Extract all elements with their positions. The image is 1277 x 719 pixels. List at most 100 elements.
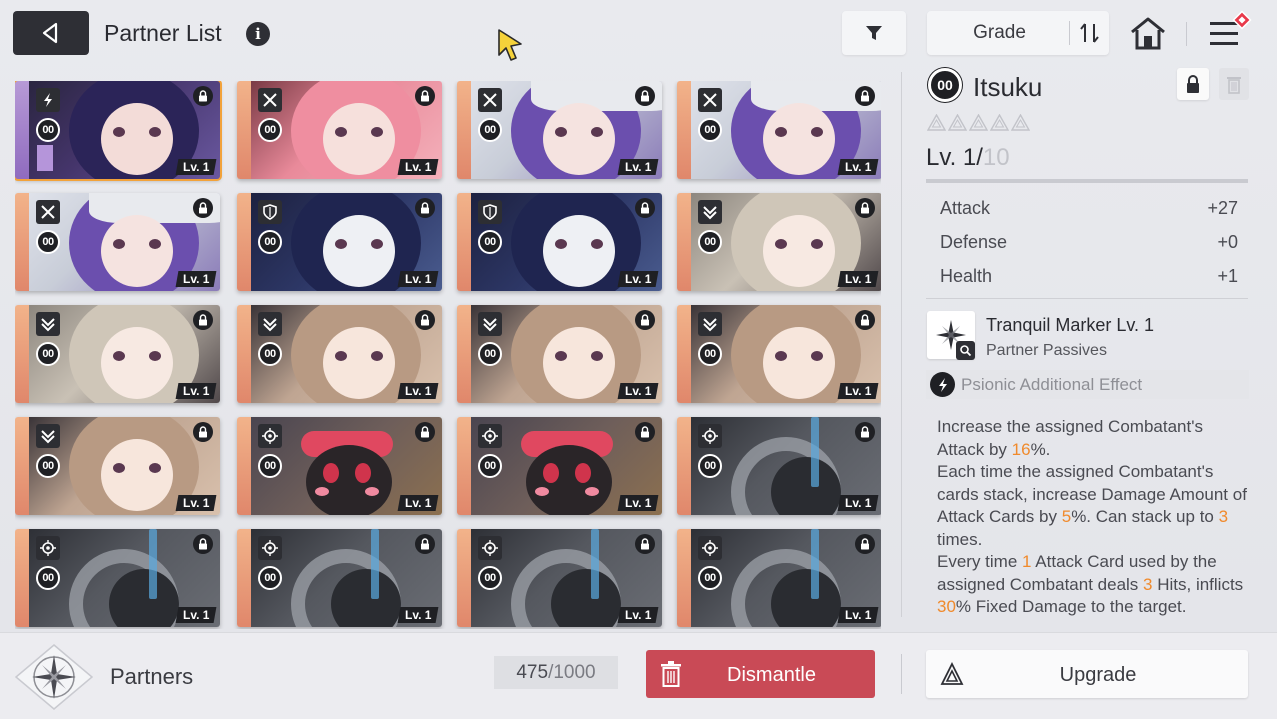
partner-card[interactable]: 00 Lv. 1: [677, 305, 881, 403]
home-icon[interactable]: [1128, 14, 1168, 54]
description-paragraph-3: Every time 1 Attack Card used by the ass…: [937, 551, 1247, 619]
partner-card[interactable]: 00 Lv. 1: [677, 417, 881, 515]
rarity-stripe: [457, 305, 471, 403]
target-icon: [258, 424, 282, 448]
lock-icon[interactable]: [855, 86, 875, 106]
desc-text: %.: [1030, 439, 1051, 459]
lock-icon[interactable]: [193, 198, 213, 218]
partner-card[interactable]: 00 Lv. 1: [15, 81, 222, 181]
lock-icon[interactable]: [193, 86, 213, 106]
upgrade-button[interactable]: Upgrade: [926, 650, 1248, 698]
level-text: Lv. 1: [404, 272, 431, 286]
dismantle-label: Dismantle: [727, 664, 816, 686]
partner-card[interactable]: 00 Lv. 1: [457, 81, 662, 179]
trash-button[interactable]: [1219, 68, 1249, 100]
level-tag: Lv. 1: [397, 159, 439, 175]
partner-card[interactable]: 00 Lv. 1: [15, 305, 220, 403]
filter-button[interactable]: [842, 11, 906, 55]
level-text: Lv. 1: [404, 608, 431, 622]
partner-card[interactable]: 00 Lv. 1: [457, 417, 662, 515]
level-text: Lv. 1: [844, 496, 871, 510]
lock-icon[interactable]: [193, 422, 213, 442]
lightning-icon: [36, 88, 60, 112]
level-tag: Lv. 1: [837, 383, 879, 399]
grade-star-icon: [948, 114, 967, 131]
lock-icon[interactable]: [855, 198, 875, 218]
lock-icon[interactable]: [855, 534, 875, 554]
rarity-stripe: [677, 529, 691, 627]
filter-icon: [866, 26, 882, 40]
desc-text: %. Can stack up to: [1071, 507, 1219, 526]
desc-highlight: 30: [937, 597, 956, 616]
rarity-stripe: [15, 81, 29, 179]
partner-card[interactable]: 00 Lv. 1: [15, 193, 220, 291]
rarity-stripe: [15, 193, 29, 291]
info-icon[interactable]: i: [246, 22, 270, 46]
grade-stars: [927, 114, 1030, 131]
level-text: Lv. 1: [404, 496, 431, 510]
lock-icon[interactable]: [415, 86, 435, 106]
level-tag: Lv. 1: [397, 495, 439, 511]
lock-icon[interactable]: [415, 310, 435, 330]
lock-icon[interactable]: [635, 86, 655, 106]
lock-icon[interactable]: [635, 422, 655, 442]
effect-label: Psionic Additional Effect: [961, 375, 1143, 394]
count-badge: 00: [36, 454, 60, 478]
skill-search-icon[interactable]: [956, 341, 975, 360]
psionic-effect-row: Psionic Additional Effect: [926, 370, 1249, 399]
sort-icon[interactable]: [1077, 20, 1103, 46]
skill-description: Increase the assigned Combatant's Attack…: [937, 416, 1247, 629]
partner-name: Itsuku: [973, 72, 1043, 102]
partner-card[interactable]: 00 Lv. 1: [677, 81, 881, 179]
crossed-swords-icon: [478, 88, 502, 112]
partner-card[interactable]: 00 Lv. 1: [677, 193, 881, 291]
level-tag: Lv. 1: [617, 383, 659, 399]
partner-card[interactable]: 00 Lv. 1: [237, 417, 442, 515]
level-text: Lv. 1: [844, 608, 871, 622]
level-tag: Lv. 1: [837, 495, 879, 511]
lock-icon[interactable]: [415, 422, 435, 442]
level-progress-bar: [926, 179, 1248, 183]
lock-icon[interactable]: [635, 198, 655, 218]
level-tag: Lv. 1: [837, 271, 879, 287]
lock-icon[interactable]: [193, 310, 213, 330]
level-tag: Lv. 1: [837, 607, 879, 623]
count-badge: 00: [698, 342, 722, 366]
detail-count-badge: 00: [928, 68, 962, 102]
dismantle-button[interactable]: Dismantle: [646, 650, 875, 698]
chevron-swords-icon: [698, 312, 722, 336]
partner-card[interactable]: 00 Lv. 1: [457, 305, 662, 403]
lock-icon[interactable]: [193, 534, 213, 554]
stat-label: Health: [940, 265, 993, 286]
partner-card[interactable]: 00 Lv. 1: [15, 529, 220, 627]
partner-card[interactable]: 00 Lv. 1: [15, 417, 220, 515]
partner-card[interactable]: 00 Lv. 1: [457, 193, 662, 291]
crossed-swords-icon: [258, 88, 282, 112]
grade-star-icon: [927, 114, 946, 131]
partner-card[interactable]: 00 Lv. 1: [457, 529, 662, 627]
partner-card[interactable]: 00 Lv. 1: [237, 529, 442, 627]
count-badge: 00: [698, 454, 722, 478]
partner-card[interactable]: 00 Lv. 1: [237, 305, 442, 403]
desc-highlight: 3: [1218, 507, 1229, 526]
back-button[interactable]: [13, 11, 89, 55]
level-text: Lv. 1: [404, 384, 431, 398]
stats-list: Attack +27 Defense +0 Health +1: [927, 191, 1249, 293]
lock-button[interactable]: [1177, 68, 1209, 100]
rarity-stripe: [237, 529, 251, 627]
partner-card[interactable]: 00 Lv. 1: [237, 193, 442, 291]
lock-icon[interactable]: [415, 198, 435, 218]
partner-card[interactable]: 00 Lv. 1: [237, 81, 442, 179]
lock-icon[interactable]: [415, 534, 435, 554]
stat-value: +27: [1207, 197, 1238, 218]
lock-icon[interactable]: [855, 422, 875, 442]
lock-icon[interactable]: [855, 310, 875, 330]
partner-card[interactable]: 00 Lv. 1: [677, 529, 881, 627]
lock-icon[interactable]: [635, 534, 655, 554]
desc-highlight: 5: [1061, 507, 1072, 526]
lock-icon[interactable]: [635, 310, 655, 330]
shield-icon: [258, 200, 282, 224]
level-text: Lv. 1: [844, 160, 871, 174]
sort-grade-select[interactable]: Grade: [927, 11, 1109, 55]
notification-diamond-icon: [1232, 10, 1252, 30]
